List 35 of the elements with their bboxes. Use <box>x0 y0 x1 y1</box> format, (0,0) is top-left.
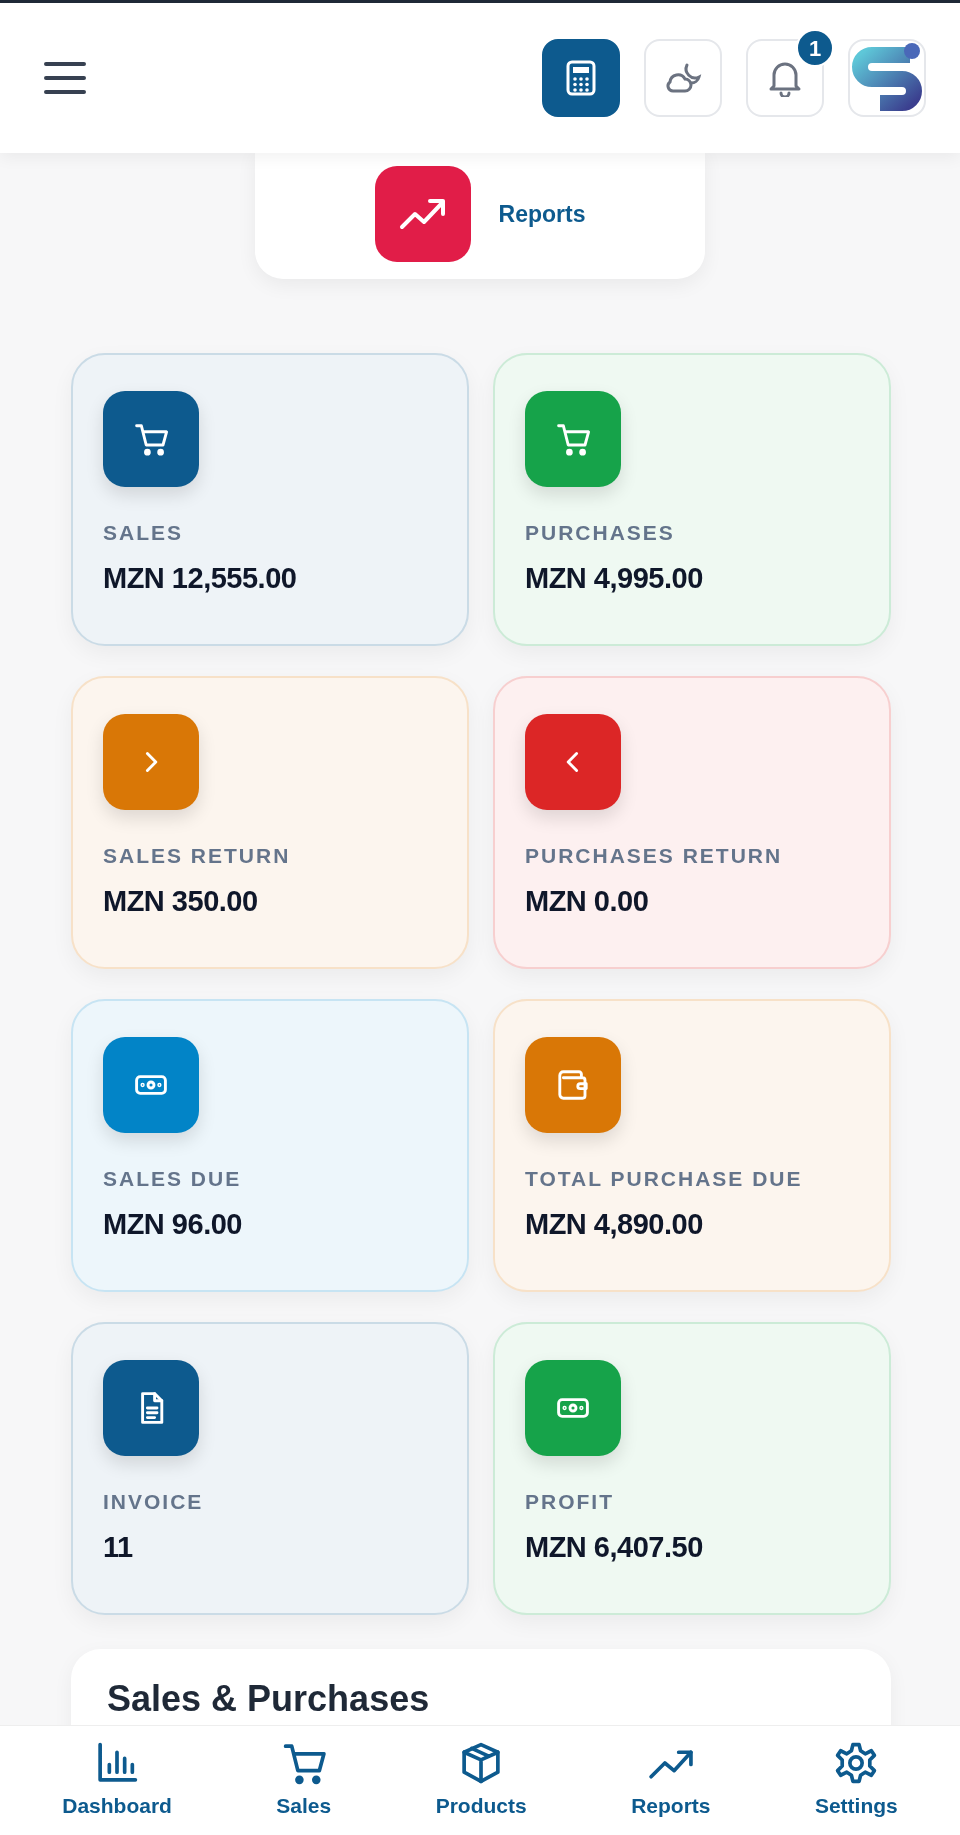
menu-icon[interactable] <box>44 61 86 95</box>
notifications-button[interactable] <box>746 39 824 117</box>
stat-value: MZN 6,407.50 <box>525 1529 704 1565</box>
theme-button[interactable] <box>644 39 722 117</box>
cart-icon <box>133 421 169 457</box>
stat-label: SALES DUE <box>103 1166 243 1192</box>
cloud-moon-icon <box>663 61 703 95</box>
stat-value: MZN 12,555.00 <box>103 560 298 596</box>
stat-value: MZN 350.00 <box>103 883 259 919</box>
stat-value: MZN 4,890.00 <box>525 1206 704 1242</box>
stat-value: 11 <box>103 1529 134 1565</box>
stat-value: MZN 4,995.00 <box>525 560 704 596</box>
stat-label: SALES RETURN <box>103 843 292 869</box>
nav-tab[interactable]: Products <box>435 1739 527 1822</box>
stat-value: MZN 0.00 <box>525 883 650 919</box>
stat-label: SALES <box>103 520 184 546</box>
notification-badge: 1 <box>796 29 834 67</box>
wallet-icon <box>555 1067 591 1103</box>
nav-tab[interactable]: Sales <box>276 1739 332 1822</box>
avatar-button[interactable] <box>848 39 926 117</box>
stat-label: INVOICE <box>103 1489 205 1515</box>
calculator-icon <box>566 60 596 96</box>
stat-label: PURCHASES RETURN <box>525 843 784 869</box>
stat-label: PURCHASES <box>525 520 676 546</box>
nav-tab[interactable]: Settings <box>814 1739 898 1822</box>
shortcut-label: Reports <box>498 199 586 229</box>
cart-icon <box>555 421 591 457</box>
nav-tab[interactable]: Reports <box>631 1739 711 1822</box>
stat-label: PROFIT <box>525 1489 615 1515</box>
stat-label: TOTAL PURCHASE DUE <box>525 1166 804 1192</box>
nav-tab[interactable]: Dashboard <box>62 1739 172 1822</box>
calculator-button[interactable] <box>542 39 620 117</box>
stat-value: MZN 96.00 <box>103 1206 243 1242</box>
section-title: Sales & Purchases <box>107 1681 431 1717</box>
trend-up-icon <box>398 197 447 231</box>
